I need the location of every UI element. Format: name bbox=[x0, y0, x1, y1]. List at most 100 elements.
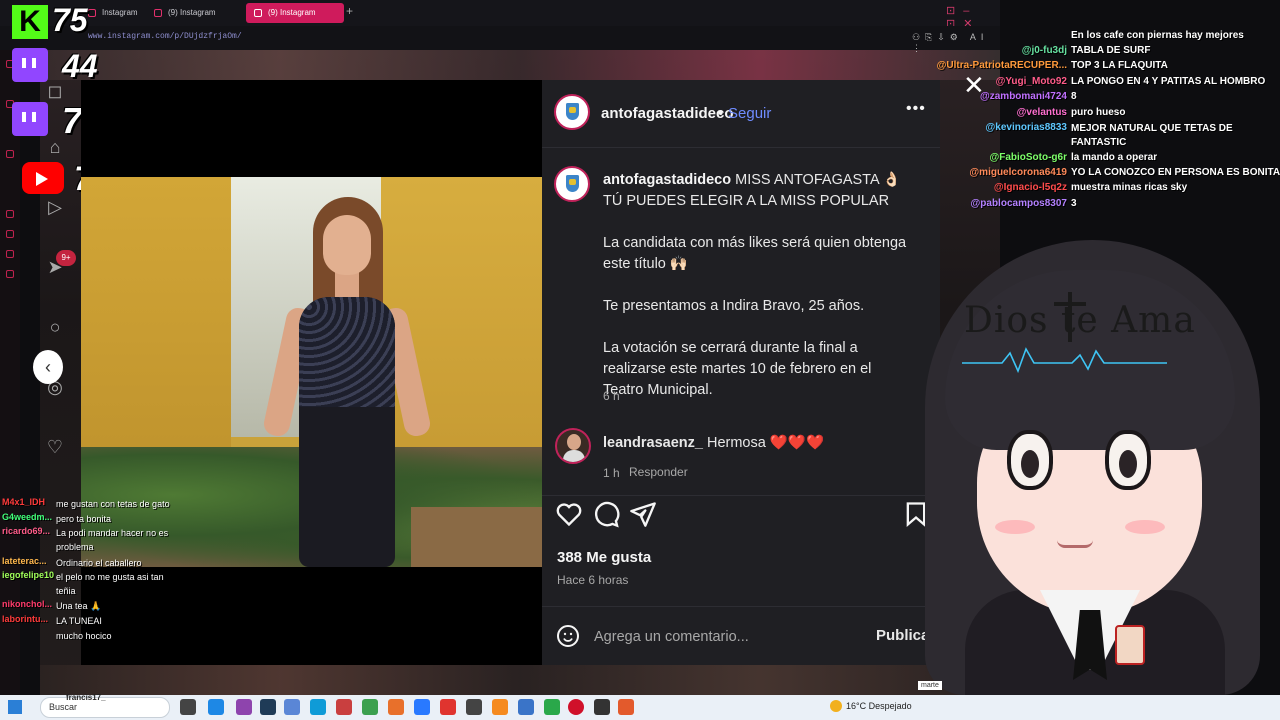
tab-label: (9) Instagram bbox=[268, 8, 316, 17]
divider bbox=[542, 606, 940, 607]
caption-paragraph-3: La votación se cerrará durante la final … bbox=[603, 340, 872, 398]
browser-tab-bar: Instagram (9) Instagram (9) Instagram + … bbox=[0, 0, 1000, 30]
app-icon[interactable] bbox=[466, 699, 482, 715]
share-icon[interactable] bbox=[629, 500, 657, 528]
rail-twitch-icon[interactable] bbox=[6, 150, 14, 158]
chat-message: TOP 3 LA FLAQUITA bbox=[1071, 60, 1168, 71]
chat-message: MEJOR NATURAL QUE TETAS DE FANTASTIC bbox=[1071, 123, 1233, 148]
start-icon[interactable] bbox=[8, 700, 22, 714]
comment-username[interactable]: leandrasaenz_ bbox=[603, 435, 703, 451]
chat-username: @j0-fu3dj bbox=[1021, 45, 1067, 56]
firefox-icon[interactable] bbox=[388, 699, 404, 715]
chat-message: YO LA CONOZCO EN PERSONA ES BONITA bbox=[1071, 167, 1280, 178]
carousel-prev-button[interactable]: ‹ bbox=[33, 350, 63, 384]
app-icon[interactable] bbox=[362, 699, 378, 715]
chat-username: lateterac... bbox=[2, 556, 47, 566]
app-icon[interactable] bbox=[518, 699, 534, 715]
chat-message: 3 bbox=[1071, 198, 1077, 209]
avatar-badge bbox=[1115, 625, 1145, 665]
chat-username: @Yugi_Moto92 bbox=[995, 76, 1067, 87]
browser-tab-1[interactable]: Instagram bbox=[80, 3, 142, 23]
rail-app-icon[interactable] bbox=[6, 210, 14, 218]
chrome-icon[interactable] bbox=[440, 699, 456, 715]
twitch-logo-icon bbox=[12, 102, 48, 136]
avatar-banner-text: Dios te Ama bbox=[964, 300, 1196, 341]
chat-message: muestra minas ricas sky bbox=[1071, 182, 1188, 193]
shield-logo-icon bbox=[566, 175, 579, 192]
comment-icon[interactable] bbox=[592, 500, 620, 528]
app-icon[interactable] bbox=[336, 699, 352, 715]
rail-app-icon[interactable] bbox=[6, 270, 14, 278]
browser-tab-2[interactable]: (9) Instagram bbox=[146, 3, 236, 23]
chat-message: Ordinario el caballero bbox=[56, 558, 142, 568]
edge-icon[interactable] bbox=[310, 699, 326, 715]
search-icon[interactable]: ○ bbox=[44, 316, 66, 338]
instagram-icon bbox=[254, 9, 262, 17]
chat-message: la mando a operar bbox=[1071, 152, 1158, 163]
heart-icon[interactable]: ♡ bbox=[44, 436, 66, 458]
task-view-icon[interactable] bbox=[180, 699, 196, 715]
rail-app-icon[interactable] bbox=[6, 250, 14, 258]
youtube-logo-icon bbox=[22, 162, 64, 194]
comment-input[interactable] bbox=[594, 627, 844, 647]
app-icon[interactable] bbox=[618, 699, 634, 715]
kick-viewer-count: 75 bbox=[52, 2, 88, 38]
chat-username: M4x1_IDH bbox=[2, 497, 46, 507]
emoji-icon[interactable] bbox=[556, 624, 580, 648]
likes-count[interactable]: 388 Me gusta bbox=[557, 549, 651, 566]
chat-message: Una tea 🙏 bbox=[56, 601, 102, 611]
cross-icon bbox=[1054, 292, 1086, 342]
commenter-avatar[interactable] bbox=[555, 428, 591, 464]
app-icon[interactable] bbox=[260, 699, 276, 715]
follow-button[interactable]: Seguir bbox=[728, 105, 771, 122]
toolbar-icons[interactable]: ⚇⎘⇩⚙ AI ⋮ bbox=[912, 32, 1000, 54]
post-username[interactable]: antofagastadideco bbox=[601, 105, 734, 122]
reply-button[interactable]: Responder bbox=[629, 465, 688, 479]
opera-icon[interactable] bbox=[568, 699, 584, 715]
more-options-icon[interactable]: ••• bbox=[906, 100, 926, 118]
chat-username: @Ignacio-l5q2z bbox=[993, 182, 1067, 193]
chat-message: pero ta bonita bbox=[56, 514, 112, 524]
address-bar[interactable]: www.instagram.com/p/DUjdzfrjaOm/ ⚇⎘⇩⚙ AI… bbox=[0, 26, 1000, 53]
app-icon[interactable] bbox=[236, 699, 252, 715]
search-label: Buscar bbox=[49, 702, 78, 712]
app-icon[interactable] bbox=[544, 699, 560, 715]
post-date: Hace 6 horas bbox=[557, 573, 629, 587]
app-icon[interactable] bbox=[208, 699, 224, 715]
like-heart-icon[interactable] bbox=[555, 500, 583, 528]
photo-person bbox=[261, 197, 433, 567]
app-icon[interactable] bbox=[492, 699, 508, 715]
comment-text: Hermosa ❤️❤️❤️ bbox=[706, 435, 824, 451]
avatar-left-eye bbox=[1007, 430, 1053, 490]
ai-button[interactable]: AI bbox=[970, 32, 989, 42]
tooltip: marte bbox=[918, 681, 942, 690]
app-icon[interactable] bbox=[414, 699, 430, 715]
chat-username: G4weedm... bbox=[2, 512, 53, 522]
chat-username: @zambomani4724 bbox=[979, 91, 1067, 102]
url-text[interactable]: www.instagram.com/p/DUjdzfrjaOm/ bbox=[88, 32, 242, 41]
weather-text[interactable]: 16°C Despejado bbox=[846, 701, 912, 711]
comment-time: 1 h bbox=[603, 466, 620, 480]
chat-message: TABLA DE SURF bbox=[1071, 45, 1151, 56]
kick-logo-icon: K bbox=[12, 5, 48, 39]
caption-username[interactable]: antofagastadideco bbox=[603, 172, 731, 188]
chat-username: @miguelcorona6419 bbox=[969, 167, 1067, 178]
caption-time: 6 h bbox=[603, 389, 620, 403]
rail-app-icon[interactable] bbox=[6, 230, 14, 238]
chat-message: LA PONGO EN 4 Y PATITAS AL HOMBRO bbox=[1071, 76, 1266, 87]
caption-avatar[interactable] bbox=[554, 166, 590, 202]
chat-username: @velantus bbox=[1016, 107, 1067, 118]
reels-icon[interactable]: ▷ bbox=[44, 196, 66, 218]
new-tab-button[interactable]: + bbox=[346, 4, 353, 18]
screen: Instagram (9) Instagram (9) Instagram + … bbox=[0, 0, 1280, 720]
app-icon[interactable] bbox=[284, 699, 300, 715]
windows-taskbar: Buscar francis17_ 16°C Despejado bbox=[0, 693, 1280, 720]
browser-tab-3-active[interactable]: (9) Instagram bbox=[246, 3, 344, 23]
chat-username: @FabioSoto-g6r bbox=[989, 152, 1067, 163]
twitch-logo-icon bbox=[12, 48, 48, 82]
chat-message: En los cafe con piernas hay mejores bbox=[1071, 30, 1244, 41]
app-icon[interactable] bbox=[594, 699, 610, 715]
chat-message: LA TUNEAI bbox=[56, 616, 102, 626]
account-avatar[interactable] bbox=[554, 94, 590, 130]
overlay-username: francis17_ bbox=[66, 693, 106, 702]
